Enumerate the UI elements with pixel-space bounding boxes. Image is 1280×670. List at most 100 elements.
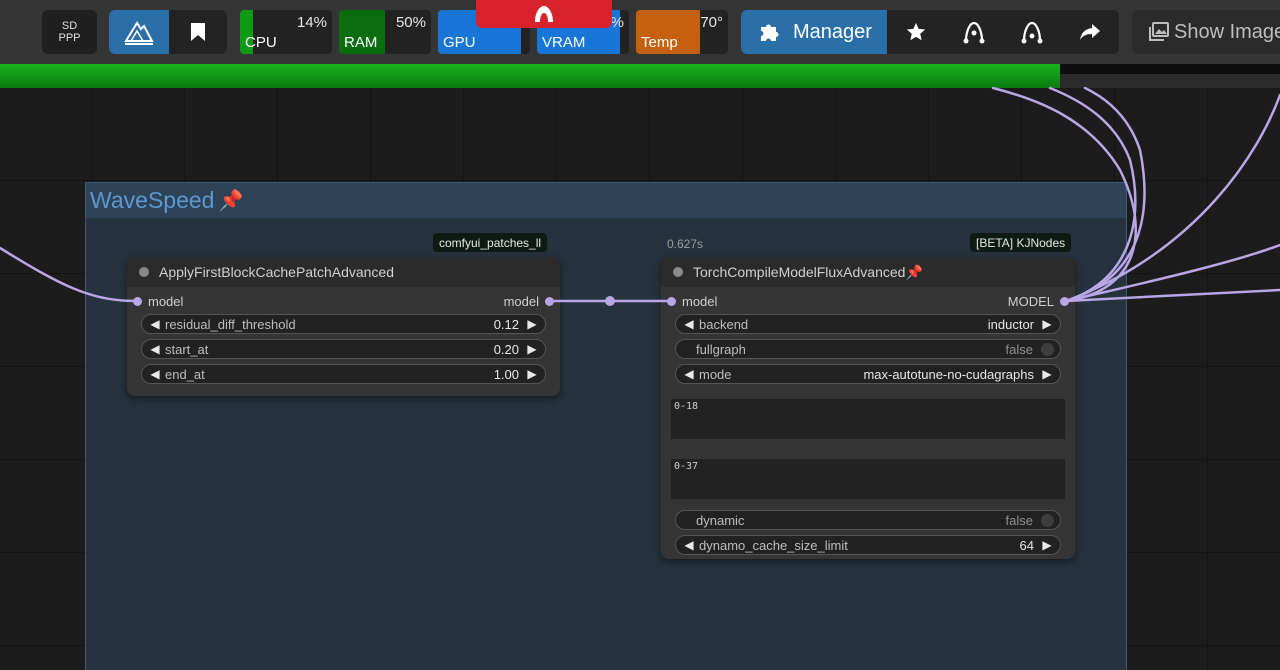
ram-meter-value: 50%	[395, 14, 426, 31]
double-blocks-textarea[interactable]: 0-18	[671, 399, 1065, 439]
previous-arrow-icon[interactable]: ◀	[682, 367, 696, 381]
comfy-logo-button[interactable]	[109, 10, 169, 54]
bookmark-icon	[191, 23, 205, 41]
widget-name: end_at	[165, 366, 205, 382]
bookmark-button[interactable]	[169, 10, 227, 54]
progress-remaining	[1059, 64, 1280, 74]
widget-name: backend	[699, 316, 749, 332]
group-title: WaveSpeed	[90, 187, 215, 213]
node-title-bar[interactable]: TorchCompileModelFluxAdvanced📌	[661, 257, 1075, 287]
logo-button-group	[109, 10, 227, 54]
widget-value: false	[1005, 341, 1033, 357]
sdppp-button[interactable]: SD PPP	[42, 10, 97, 54]
gpu-meter-label: GPU	[443, 34, 476, 51]
residual-diff-threshold-widget[interactable]: ◀ residual_diff_threshold 0.12 ▶	[141, 314, 546, 334]
collapse-dot-icon[interactable]	[673, 267, 683, 277]
execution-time: 0.627s	[667, 237, 704, 251]
widget-name: start_at	[165, 341, 209, 357]
backend-combo-widget[interactable]: ◀ backend inductor ▶	[675, 314, 1061, 334]
model-input-slot[interactable]: model	[133, 294, 183, 309]
torch-compile-model-flux-node[interactable]: TorchCompileModelFluxAdvanced📌 model MOD…	[661, 257, 1075, 559]
next-arrow-icon[interactable]: ▶	[1040, 367, 1054, 381]
model-input-slot[interactable]: model	[667, 294, 717, 309]
manager-label: Manager	[793, 20, 872, 43]
flame-icon	[535, 6, 553, 22]
decrement-arrow-icon[interactable]: ◀	[148, 342, 162, 356]
widget-name: residual_diff_threshold	[165, 316, 296, 332]
temp-meter-value: 70°	[700, 14, 723, 31]
pin-icon: 📌	[218, 190, 244, 212]
node-title: ApplyFirstBlockCachePatchAdvanced	[159, 264, 395, 280]
temp-meter: Temp 70°	[636, 10, 728, 54]
show-image-label: Show Image	[1174, 20, 1280, 43]
widget-value[interactable]: 0.12	[494, 317, 525, 332]
manager-button[interactable]: Manager	[741, 10, 887, 54]
widget-value[interactable]: 1.00	[494, 367, 525, 382]
pin-icon: 📌	[905, 263, 923, 280]
model-output-slot[interactable]: MODEL	[1008, 294, 1069, 309]
toggle-knob-icon[interactable]	[1041, 513, 1054, 527]
widget-value[interactable]: max-autotune-no-cudagraphs	[863, 367, 1040, 382]
queue-progress-fill	[0, 64, 1060, 88]
node-source-badge: [BETA] KJNodes	[970, 233, 1072, 252]
toggle-knob-icon[interactable]	[1041, 342, 1054, 356]
decrement-arrow-icon[interactable]: ◀	[148, 317, 162, 331]
decrement-arrow-icon[interactable]: ◀	[682, 538, 696, 552]
increment-arrow-icon[interactable]: ▶	[525, 317, 539, 331]
decrement-arrow-icon[interactable]: ◀	[148, 367, 162, 381]
input-dot-icon[interactable]	[133, 297, 142, 306]
increment-arrow-icon[interactable]: ▶	[1040, 538, 1054, 552]
widget-value[interactable]: inductor	[988, 317, 1040, 332]
collapse-dot-icon[interactable]	[139, 267, 149, 277]
temp-meter-label: Temp	[641, 34, 678, 51]
ram-meter-label: RAM	[344, 34, 378, 51]
output-dot-icon[interactable]	[1060, 297, 1069, 306]
share-group-button[interactable]	[1003, 10, 1061, 54]
start-at-widget[interactable]: ◀ start_at 0.20 ▶	[141, 339, 546, 359]
widget-value[interactable]: 64	[1020, 538, 1040, 553]
previous-arrow-icon[interactable]: ◀	[682, 317, 696, 331]
increment-arrow-icon[interactable]: ▶	[525, 367, 539, 381]
queue-progress-bar	[0, 64, 1280, 88]
cpu-meter-label: CPU	[245, 34, 277, 51]
end-at-widget[interactable]: ◀ end_at 1.00 ▶	[141, 364, 546, 384]
mode-combo-widget[interactable]: ◀ mode max-autotune-no-cudagraphs ▶	[675, 364, 1061, 384]
show-image-button[interactable]: Show Image	[1132, 10, 1280, 54]
node-source-badge: comfyui_patches_ll	[433, 233, 548, 252]
vram-meter-label: VRAM	[542, 34, 586, 51]
dynamo-cache-size-limit-widget[interactable]: ◀ dynamo_cache_size_limit 64 ▶	[675, 535, 1061, 555]
red-status-tab[interactable]	[476, 0, 612, 28]
slot-row: model model	[127, 291, 560, 311]
badge-label: comfyui_patches_ll	[439, 235, 542, 250]
image-icon	[1149, 22, 1169, 41]
model-output-slot[interactable]: model	[504, 294, 554, 309]
slot-row: model MODEL	[661, 291, 1075, 311]
action-button-group: Manager	[741, 10, 1119, 54]
increment-arrow-icon[interactable]: ▶	[525, 342, 539, 356]
share-arrow-button[interactable]	[1061, 10, 1119, 54]
star-button[interactable]	[887, 10, 945, 54]
star-icon	[906, 22, 926, 41]
ram-meter: RAM 50%	[339, 10, 431, 54]
puzzle-icon	[761, 24, 779, 41]
dynamic-toggle-widget[interactable]: dynamic false	[675, 510, 1061, 530]
next-arrow-icon[interactable]: ▶	[1040, 317, 1054, 331]
widget-value[interactable]: 0.20	[494, 342, 525, 357]
badge-label: [BETA] KJNodes	[976, 235, 1066, 250]
mountain-logo-icon	[124, 21, 154, 45]
share-alt-icon	[1021, 21, 1043, 44]
group-title-bar[interactable]: WaveSpeed 📌	[86, 183, 1126, 218]
node-title-bar[interactable]: ApplyFirstBlockCachePatchAdvanced	[127, 257, 560, 287]
widget-value: false	[1005, 512, 1033, 528]
node-title: TorchCompileModelFluxAdvanced📌	[693, 264, 923, 281]
input-dot-icon[interactable]	[667, 297, 676, 306]
fullgraph-toggle-widget[interactable]: fullgraph false	[675, 339, 1061, 359]
share-nodes-icon	[963, 21, 985, 44]
single-blocks-textarea[interactable]: 0-37	[671, 459, 1065, 499]
output-dot-icon[interactable]	[545, 297, 554, 306]
widget-name: dynamic	[696, 512, 745, 528]
top-menu-bar: SD PPP CPU 14% RAM 50% GPU VRAM % Temp 7…	[0, 0, 1280, 64]
share-workflow-button[interactable]	[945, 10, 1003, 54]
apply-first-block-cache-node[interactable]: ApplyFirstBlockCachePatchAdvanced model …	[127, 257, 560, 396]
sdppp-label-bottom: PPP	[58, 32, 81, 44]
